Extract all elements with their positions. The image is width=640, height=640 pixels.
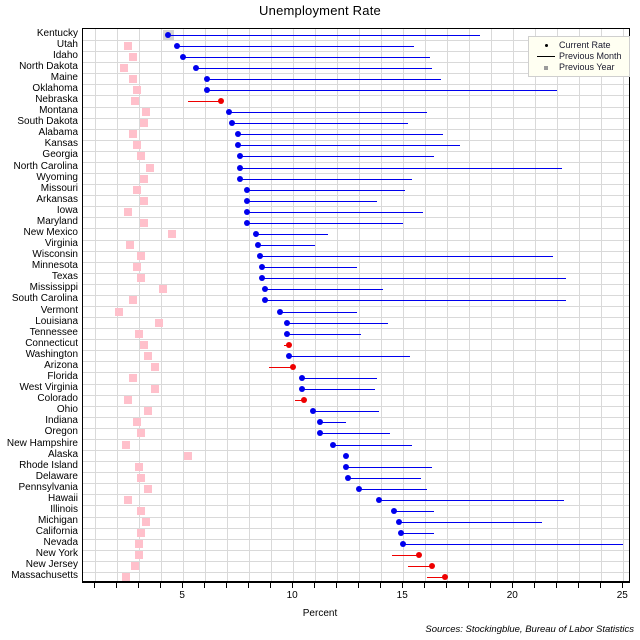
legend-item-current-rate: Current Rate — [533, 40, 625, 51]
x-axis-tick — [380, 583, 382, 588]
y-axis-label-pennsylvania: Pennsylvania — [18, 481, 78, 493]
y-axis-label-new-mexico: New Mexico — [23, 226, 78, 238]
y-axis-label-oregon: Oregon — [44, 426, 78, 438]
x-axis-tick-label: 25 — [616, 590, 628, 601]
y-axis-label-delaware: Delaware — [35, 470, 78, 482]
x-axis-tick — [622, 583, 624, 588]
y-axis-label-massachusetts: Massachusetts — [11, 570, 78, 582]
legend-item-previous-month: Previous Month — [533, 51, 625, 62]
x-axis-tick — [512, 583, 514, 588]
y-axis-label-south-dakota: South Dakota — [17, 116, 78, 128]
x-axis-tick — [182, 583, 184, 588]
x-axis-tick — [402, 583, 404, 588]
y-axis-label-mississippi: Mississippi — [29, 282, 78, 294]
y-axis-label-alaska: Alaska — [47, 448, 78, 460]
x-axis-tick — [490, 583, 492, 588]
y-axis-label-colorado: Colorado — [37, 393, 78, 405]
y-axis-label-west-virginia: West Virginia — [19, 382, 78, 394]
y-axis-label-florida: Florida — [47, 371, 78, 383]
x-axis-tick — [424, 583, 426, 588]
y-axis-label-georgia: Georgia — [42, 149, 78, 161]
y-axis-label-missouri: Missouri — [40, 182, 78, 194]
x-axis-tick — [248, 583, 250, 588]
y-axis-label-illinois: Illinois — [50, 503, 78, 515]
y-axis-label-oklahoma: Oklahoma — [32, 82, 78, 94]
x-axis-tick-label: 10 — [286, 590, 298, 601]
y-axis-label-new-hampshire: New Hampshire — [6, 437, 78, 449]
y-axis-label-louisiana: Louisiana — [35, 315, 78, 327]
previous-year-square-icon — [533, 62, 559, 73]
y-axis-label-kansas: Kansas — [44, 138, 78, 150]
x-axis-tick — [336, 583, 338, 588]
legend: Current Rate Previous Month Previous Yea… — [528, 36, 630, 77]
y-axis-label-new-jersey: New Jersey — [25, 559, 78, 571]
x-axis-tick — [468, 583, 470, 588]
y-axis-label-nevada: Nevada — [43, 537, 78, 549]
y-axis-label-hawaii: Hawaii — [47, 492, 78, 504]
legend-item-previous-year: Previous Year — [533, 62, 625, 73]
x-axis-tick — [204, 583, 206, 588]
y-axis-label-tennessee: Tennessee — [29, 326, 78, 338]
previous-month-line-icon — [533, 51, 559, 62]
y-axis-label-utah: Utah — [56, 38, 78, 50]
legend-label: Current Rate — [559, 40, 611, 50]
y-axis-label-arizona: Arizona — [44, 359, 78, 371]
x-axis-line — [82, 581, 630, 583]
y-axis-label-arkansas: Arkansas — [36, 193, 78, 205]
legend-label: Previous Year — [559, 62, 615, 72]
legend-label: Previous Month — [559, 51, 622, 61]
y-axis-label-idaho: Idaho — [52, 49, 78, 61]
x-axis-tick — [534, 583, 536, 588]
y-axis-label-connecticut: Connecticut — [25, 337, 78, 349]
x-axis-tick — [314, 583, 316, 588]
x-axis-tick — [270, 583, 272, 588]
x-axis-tick-label: 20 — [506, 590, 518, 601]
y-axis-label-montana: Montana — [39, 105, 78, 117]
y-axis-label-virginia: Virginia — [44, 238, 78, 250]
y-axis-label-alabama: Alabama — [38, 127, 78, 139]
y-axis-label-maine: Maine — [50, 71, 78, 83]
y-axis-label-washington: Washington — [25, 348, 78, 360]
x-axis-tick — [292, 583, 294, 588]
x-axis-tick — [600, 583, 602, 588]
x-axis-tick — [160, 583, 162, 588]
page-title: Unemployment Rate — [259, 3, 381, 18]
y-axis-label-texas: Texas — [51, 271, 78, 283]
current-rate-dot-icon — [533, 40, 559, 51]
x-axis-tick-label: 5 — [179, 590, 185, 601]
y-axis-label-california: California — [35, 526, 78, 538]
x-axis-tick — [116, 583, 118, 588]
y-axis-label-kentucky: Kentucky — [36, 27, 78, 39]
x-axis-tick — [578, 583, 580, 588]
y-axis-label-nebraska: Nebraska — [35, 94, 78, 106]
x-axis-tick — [94, 583, 96, 588]
y-axis-label-new-york: New York — [35, 548, 78, 560]
y-axis-label-wyoming: Wyoming — [36, 171, 78, 183]
y-axis-label-michigan: Michigan — [37, 515, 78, 527]
x-axis-tick — [446, 583, 448, 588]
y-axis-label-iowa: Iowa — [56, 204, 78, 216]
y-axis-label-north-carolina: North Carolina — [13, 160, 78, 172]
y-axis-label-maryland: Maryland — [36, 215, 78, 227]
x-axis-tick — [358, 583, 360, 588]
x-axis-title: Percent — [302, 608, 338, 619]
x-axis-tick — [138, 583, 140, 588]
y-axis-label-vermont: Vermont — [40, 304, 78, 316]
y-axis-label-ohio: Ohio — [56, 404, 78, 416]
y-axis-label-north-dakota: North Dakota — [19, 60, 78, 72]
x-axis-tick — [556, 583, 558, 588]
y-axis-label-minnesota: Minnesota — [31, 260, 78, 272]
sources-note: Sources: Stockingblue, Bureau of Labor S… — [425, 624, 634, 635]
y-axis-label-rhode-island: Rhode Island — [19, 459, 78, 471]
y-axis-labels: Kentucky Utah Idaho North Dakota Maine Oklaho… — [0, 28, 640, 582]
unemployment-rate-chart: Unemployment Rate Kentucky Utah Idaho North… — [0, 0, 640, 640]
x-axis-tick — [226, 583, 228, 588]
x-axis-tick-label: 15 — [396, 590, 408, 601]
y-axis-label-indiana: Indiana — [45, 415, 78, 427]
y-axis-label-wisconsin: Wisconsin — [32, 249, 78, 261]
y-axis-label-south-carolina: South Carolina — [11, 293, 78, 305]
